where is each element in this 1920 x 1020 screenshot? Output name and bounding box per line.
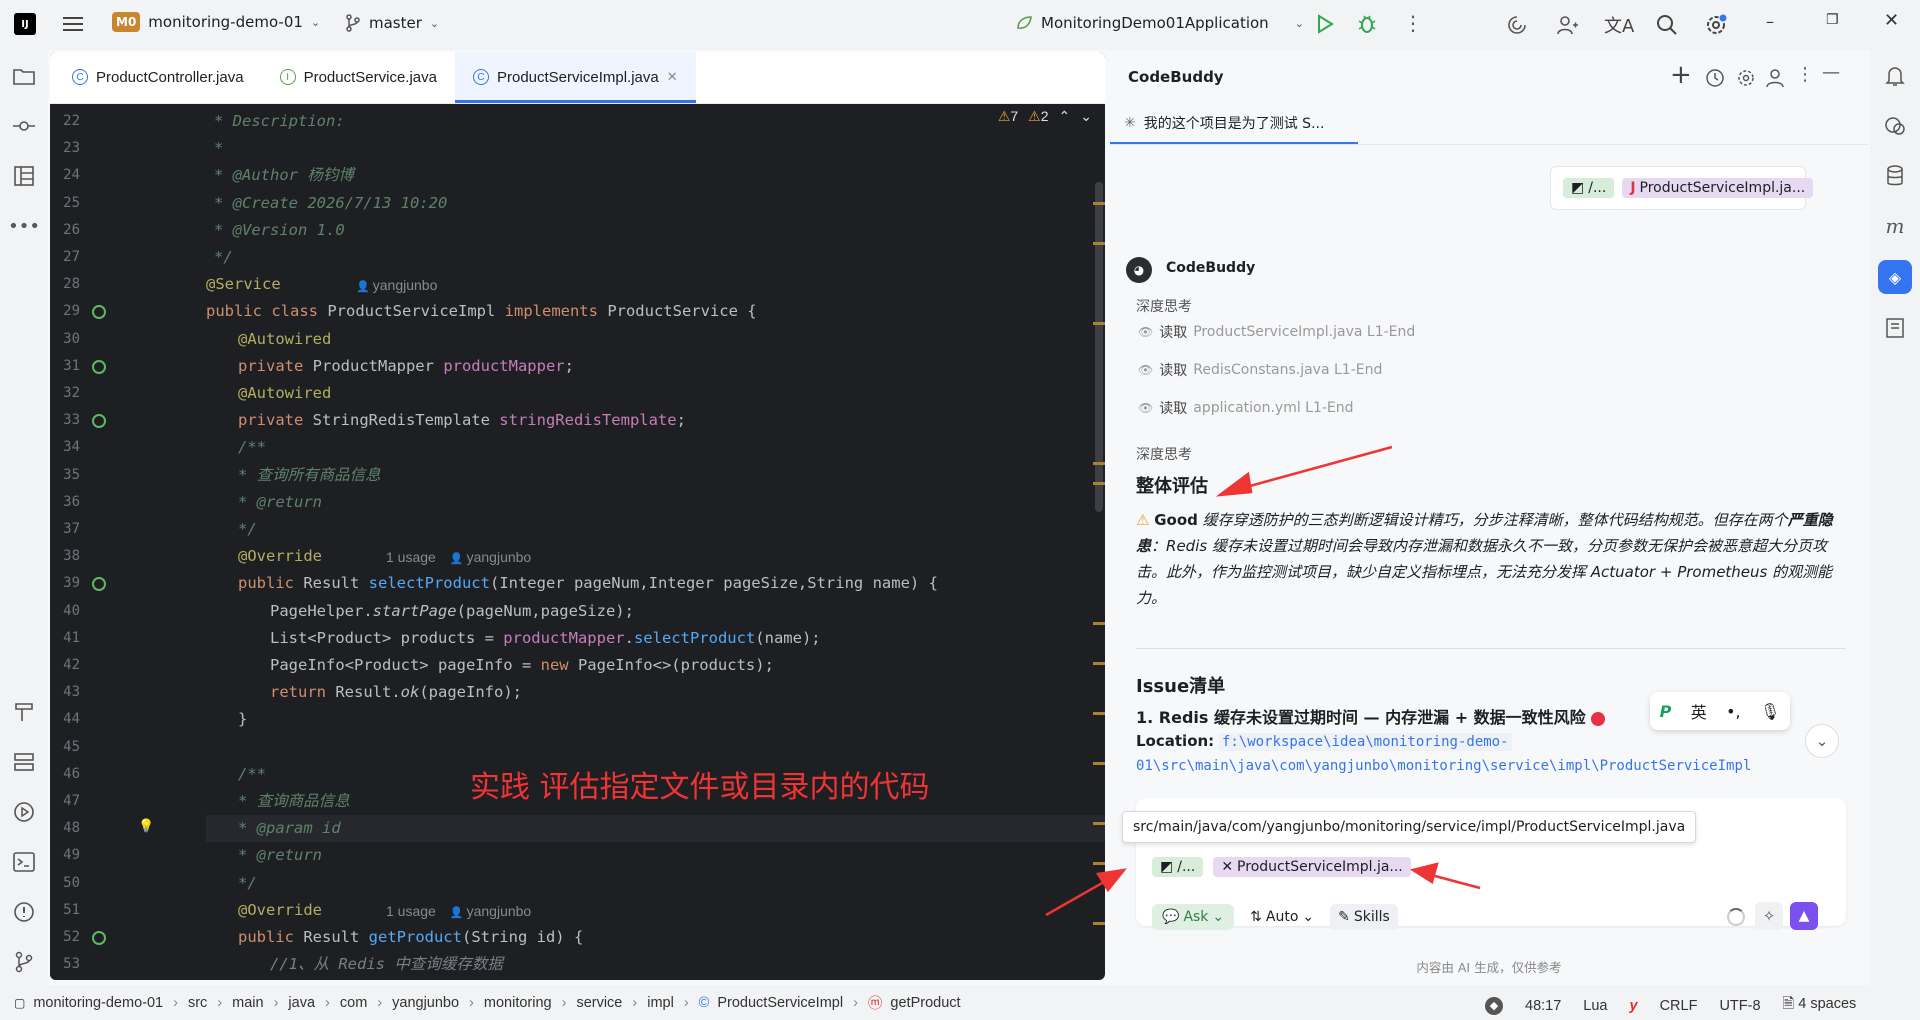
method-icon: ⓜ: [867, 996, 883, 1012]
lock-icon: 🗎: [1782, 996, 1795, 1012]
caret-position[interactable]: 48:17: [1525, 998, 1561, 1014]
breadcrumb-label: main: [232, 994, 264, 1011]
chevron-right-icon: ›: [683, 994, 689, 1011]
chevron-right-icon: ›: [469, 994, 474, 1011]
annotation-arrows: [1045, 445, 1481, 917]
breadcrumb-item[interactable]: service: [576, 995, 622, 1011]
status-right: ◆ 48:17 Lua y CRLF UTF-8 🗎 4 spaces: [1485, 993, 1856, 1018]
breadcrumb: ▢ monitoring-demo-01 › src › main › java › com › ya…: [0, 992, 961, 1013]
breadcrumb-item[interactable]: java: [288, 995, 315, 1011]
breadcrumb-item[interactable]: © ProductServiceImpl: [699, 995, 843, 1011]
line-ending[interactable]: CRLF: [1660, 998, 1698, 1014]
file-encoding[interactable]: UTF-8: [1719, 998, 1760, 1014]
chevron-right-icon: ›: [217, 994, 223, 1011]
breadcrumb-item[interactable]: com: [340, 995, 367, 1011]
breadcrumb-label: java: [288, 994, 316, 1011]
breadcrumb-label: com: [339, 994, 368, 1011]
status-bar: ▢ monitoring-demo-01 › src › main › java › com › ya…: [0, 985, 1920, 1020]
breadcrumb-item[interactable]: ⓜ getProduct: [868, 992, 961, 1013]
breadcrumb-label: service: [576, 994, 623, 1011]
breadcrumb-item[interactable]: yangjunbo: [392, 995, 459, 1011]
indent-setting[interactable]: 🗎 4 spaces: [1783, 993, 1857, 1018]
chevron-right-icon: ›: [273, 994, 279, 1011]
breadcrumb-label: ProductServiceImpl: [717, 994, 844, 1011]
file-language[interactable]: Lua: [1583, 998, 1607, 1014]
breadcrumb-label: monitoring: [483, 994, 552, 1011]
module-icon: ▢: [14, 995, 26, 1010]
breadcrumb-label: impl: [647, 994, 674, 1011]
chevron-right-icon: ›: [173, 994, 178, 1011]
class-icon: ©: [698, 994, 710, 1011]
breadcrumb-label: monitoring-demo-01: [33, 994, 164, 1011]
breadcrumb-item[interactable]: main: [232, 995, 263, 1011]
chevron-right-icon: ›: [325, 994, 330, 1011]
breadcrumb-label: getProduct: [890, 994, 961, 1011]
chevron-right-icon: ›: [853, 994, 858, 1011]
shield-icon[interactable]: ◆: [1485, 996, 1503, 1015]
breadcrumb-label: yangjunbo: [392, 994, 460, 1011]
breadcrumb-label: src: [187, 994, 208, 1011]
breadcrumb-item[interactable]: src: [188, 995, 207, 1011]
chevron-right-icon: ›: [377, 994, 383, 1011]
chevron-right-icon: ›: [632, 994, 638, 1011]
breadcrumb-item[interactable]: ▢ monitoring-demo-01: [14, 995, 163, 1011]
breadcrumb-item[interactable]: monitoring: [484, 995, 552, 1011]
chevron-right-icon: ›: [561, 994, 567, 1011]
breadcrumb-item[interactable]: impl: [647, 995, 674, 1011]
plugin-icon[interactable]: y: [1630, 998, 1638, 1014]
